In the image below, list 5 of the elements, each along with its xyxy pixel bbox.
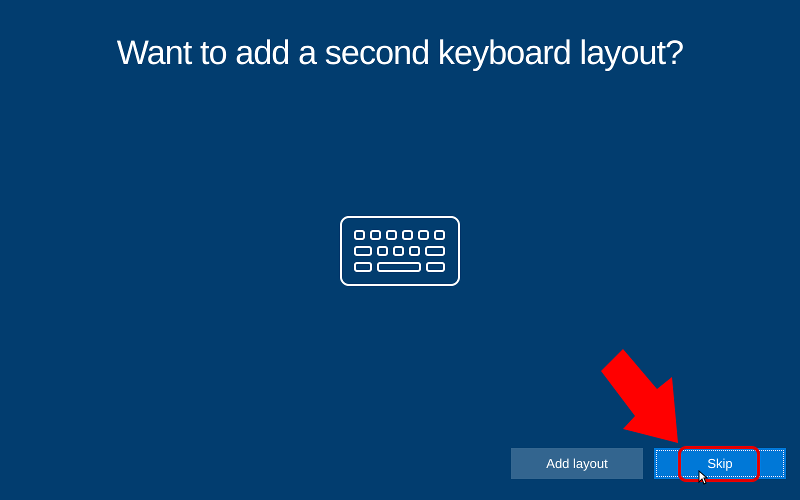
- keyboard-icon: [340, 216, 460, 286]
- action-button[interactable]: Skip: [654, 448, 786, 479]
- page-title: Want to add a second keyboard layout?: [116, 33, 684, 74]
- cursor-icon: [698, 470, 708, 485]
- action-button[interactable]: Add layout: [511, 448, 643, 479]
